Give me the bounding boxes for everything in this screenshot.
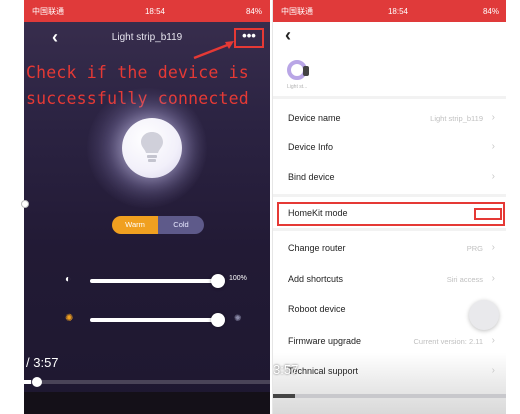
status-battery: 84% xyxy=(245,6,262,16)
video-time: 3:57 xyxy=(273,362,299,377)
status-carrier: 中国联通 xyxy=(32,6,64,16)
row-device-info[interactable]: Device Info › xyxy=(273,134,507,164)
mode-warm-button[interactable]: Warm xyxy=(112,216,158,234)
divider xyxy=(273,194,507,197)
homekit-highlight-box xyxy=(277,202,505,226)
light-strip-icon xyxy=(287,60,309,80)
status-bar: 中国联通 18:54 84% xyxy=(24,0,270,22)
drag-handle-left[interactable] xyxy=(21,200,29,208)
video-progress-fill xyxy=(273,394,295,398)
more-options-button[interactable]: ••• xyxy=(234,28,264,48)
chevron-right-icon: › xyxy=(491,112,495,123)
app-screenshot-right: 中国联通 18:54 84% ‹ Light st... Device name… xyxy=(272,0,507,414)
page-margin xyxy=(506,0,520,414)
color-temp-slider-track[interactable] xyxy=(90,318,218,322)
video-scrubber[interactable] xyxy=(32,377,42,387)
row-device-name[interactable]: Device name Light strip_b119 › xyxy=(273,105,507,135)
chevron-right-icon: › xyxy=(491,335,495,346)
lightbulb-icon xyxy=(141,132,163,162)
row-label: Technical support xyxy=(288,366,359,376)
mode-selector: Warm Cold xyxy=(112,216,204,234)
row-add-shortcuts[interactable]: Add shortcuts Siri access › xyxy=(273,266,507,296)
row-label: Firmware upgrade xyxy=(288,336,362,346)
row-label: Change router xyxy=(288,243,346,253)
floating-action-button[interactable] xyxy=(469,300,499,330)
brightness-percent: 100% xyxy=(229,275,247,282)
status-carrier: 中国联通 xyxy=(281,6,313,16)
color-temp-icon: ✺ xyxy=(65,313,74,324)
status-time: 18:54 xyxy=(144,6,165,16)
status-time: 18:54 xyxy=(387,6,408,16)
row-value: Light strip_b119 xyxy=(430,114,483,123)
device-short-name: Light st... xyxy=(287,84,308,90)
row-label: Add shortcuts xyxy=(288,274,344,284)
brightness-icon: ◐ xyxy=(65,274,72,285)
row-value: Siri access xyxy=(446,275,483,284)
divider xyxy=(273,96,507,99)
annotation-text-line1: Check if the device is xyxy=(26,63,249,82)
back-icon[interactable]: ‹ xyxy=(285,26,291,44)
chevron-right-icon: › xyxy=(491,273,495,284)
row-label: Roboot device xyxy=(288,304,346,314)
row-bind-device[interactable]: Bind device › xyxy=(273,164,507,194)
homekit-toggle[interactable] xyxy=(474,208,502,220)
divider xyxy=(273,228,507,231)
chevron-right-icon: › xyxy=(491,141,495,152)
app-screenshot-left: 中国联通 18:54 84% ‹ Light strip_b119 ••• Ch… xyxy=(24,0,270,414)
annotation-arrow-icon xyxy=(193,41,234,60)
video-progress-fill xyxy=(24,380,32,384)
video-controls-bar xyxy=(24,392,270,414)
row-label: Device name xyxy=(288,113,341,123)
row-value: Current version: 2.11 xyxy=(413,337,483,346)
chevron-right-icon: › xyxy=(491,242,495,253)
row-value: PRG xyxy=(466,244,483,253)
row-change-router[interactable]: Change router PRG › xyxy=(273,235,507,265)
brightness-slider-handle[interactable] xyxy=(211,274,225,288)
color-temp-slider-handle[interactable] xyxy=(211,313,225,327)
row-technical-support[interactable]: Technical support › xyxy=(273,358,507,388)
chevron-right-icon: › xyxy=(491,365,495,376)
status-battery: 84% xyxy=(482,6,499,16)
video-progress-bar[interactable] xyxy=(24,380,270,384)
status-bar: 中国联通 18:54 84% xyxy=(273,0,507,22)
chevron-right-icon: › xyxy=(491,171,495,182)
row-label: Bind device xyxy=(288,172,335,182)
row-label: Device Info xyxy=(288,142,334,152)
cold-temp-icon: ✺ xyxy=(234,313,242,323)
mode-cold-button[interactable]: Cold xyxy=(158,216,204,234)
video-progress-bar[interactable] xyxy=(273,394,507,398)
video-time: / 3:57 xyxy=(26,355,59,370)
brightness-slider-track[interactable] xyxy=(90,279,218,283)
